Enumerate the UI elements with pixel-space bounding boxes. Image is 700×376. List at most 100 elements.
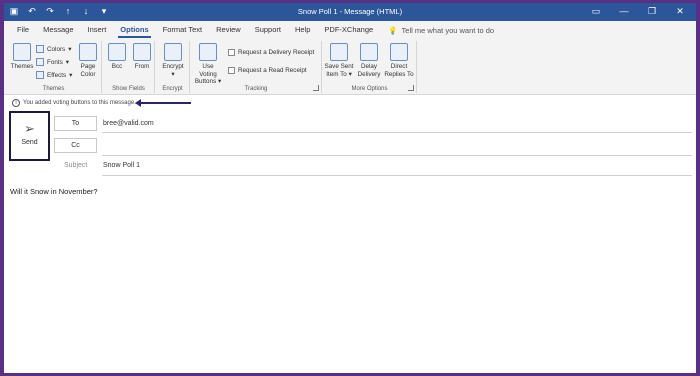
chevron-down-icon: ▾: [68, 45, 72, 53]
tab-file[interactable]: File: [10, 21, 36, 39]
more-options-group: Save Sent Item To ▾ Delay Delivery Direc…: [323, 41, 417, 93]
themes-icon: [13, 43, 31, 61]
tab-insert[interactable]: Insert: [81, 21, 114, 39]
window-controls: ▭ — ❐ ✕: [584, 4, 692, 19]
encrypt-label: Encrypt: [162, 63, 184, 70]
clock-icon: [360, 43, 378, 61]
delivery-receipt-label: Request a Delivery Receipt: [238, 49, 315, 56]
colors-button[interactable]: Colors ▾: [36, 45, 71, 53]
message-body[interactable]: Will it Snow in November?: [10, 187, 98, 196]
buttons-label: Buttons: [194, 78, 217, 85]
bcc-label: Bcc: [111, 63, 123, 70]
delay-delivery-button[interactable]: Delay Delivery: [355, 43, 383, 78]
chevron-down-icon: ▾: [65, 58, 69, 66]
save-sent-item-button[interactable]: Save Sent Item To ▾: [324, 43, 354, 78]
themes-group: Themes Colors ▾ Fonts ▾ Effects ▾ Page C…: [6, 41, 102, 93]
to-field-underline: [102, 132, 692, 133]
info-message: You added voting buttons to this message…: [23, 100, 136, 106]
save-sent-icon: [330, 43, 348, 61]
chevron-down-icon: ▾: [171, 70, 175, 78]
ribbon-tabs: File Message Insert Options Format Text …: [4, 21, 696, 39]
minimize-icon[interactable]: —: [612, 4, 636, 19]
item-to-row: Item To ▾: [324, 71, 354, 79]
themes-button-label: Themes: [10, 63, 34, 70]
more-options-group-label: More Options: [351, 86, 388, 92]
colors-icon: [36, 45, 44, 53]
tab-help[interactable]: Help: [288, 21, 317, 39]
send-icon: ➢: [24, 121, 35, 136]
voting-buttons-icon: [199, 43, 217, 61]
title-bar: ▣ ↶ ↷ ↑ ↓ ▾ Snow Poll 1 - Message (HTML)…: [4, 3, 696, 21]
themes-button[interactable]: Themes: [9, 43, 35, 71]
save-sent-label: Save Sent: [324, 63, 354, 70]
tell-me-text: Tell me what you want to do: [401, 25, 495, 35]
replies-to-label: Replies To: [384, 70, 414, 78]
tab-message[interactable]: Message: [36, 21, 80, 39]
buttons-label-row: Buttons ▾: [193, 78, 223, 86]
ribbon-display-icon[interactable]: ▭: [584, 4, 608, 19]
tracking-group: Use Voting Buttons ▾ Request a Delivery …: [191, 41, 322, 93]
close-icon[interactable]: ✕: [668, 4, 692, 19]
fonts-icon: [36, 58, 44, 66]
from-label: From: [134, 63, 150, 70]
checkbox-icon: [228, 49, 235, 56]
item-to-label: Item To: [326, 70, 347, 78]
delivery-label: Delivery: [357, 70, 381, 78]
use-voting-buttons-button[interactable]: Use Voting Buttons ▾: [193, 43, 223, 86]
outlook-message-window: ▣ ↶ ↷ ↑ ↓ ▾ Snow Poll 1 - Message (HTML)…: [4, 3, 696, 373]
encrypt-group: Encrypt ▾ Encrypt: [156, 41, 190, 93]
ribbon: Themes Colors ▾ Fonts ▾ Effects ▾ Page C…: [4, 39, 696, 95]
bcc-button[interactable]: Bcc: [107, 43, 127, 71]
to-field[interactable]: bree@valid.com: [103, 120, 154, 127]
page-label: Page: [80, 63, 96, 70]
read-receipt-checkbox[interactable]: Request a Read Receipt: [228, 67, 307, 74]
lightbulb-icon: 💡: [388, 25, 398, 35]
tab-options[interactable]: Options: [113, 21, 155, 39]
fonts-label: Fonts: [47, 58, 63, 66]
fonts-button[interactable]: Fonts ▾: [36, 58, 69, 66]
subject-label: Subject: [64, 162, 88, 169]
cc-button[interactable]: Cc: [54, 138, 97, 153]
tab-review[interactable]: Review: [209, 21, 248, 39]
colors-label: Colors: [47, 45, 66, 53]
delivery-receipt-checkbox[interactable]: Request a Delivery Receipt: [228, 49, 314, 56]
to-button[interactable]: To: [54, 116, 97, 131]
person-icon: [390, 43, 408, 61]
page-color-icon: [79, 43, 97, 61]
info-bar: i You added voting buttons to this messa…: [4, 96, 696, 110]
subject-field-underline: [102, 175, 692, 176]
show-fields-group: Bcc From Show Fields: [103, 41, 155, 93]
more-options-launcher-icon[interactable]: [408, 85, 414, 91]
encrypt-group-label: Encrypt: [162, 86, 183, 92]
tracking-group-label: Tracking: [244, 86, 268, 92]
tracking-launcher-icon[interactable]: [313, 85, 319, 91]
tab-pdf-xchange[interactable]: PDF-XChange: [317, 21, 380, 39]
cc-field-underline: [102, 155, 692, 156]
effects-label: Effects: [47, 71, 67, 79]
chevron-down-icon: ▾: [348, 70, 352, 78]
read-receipt-label: Request a Read Receipt: [238, 67, 307, 74]
subject-field[interactable]: Snow Poll 1: [103, 162, 140, 169]
page-color-button[interactable]: Page Color: [76, 43, 100, 78]
color-label: Color: [80, 70, 96, 78]
use-voting-label: Use Voting: [199, 63, 217, 78]
effects-button[interactable]: Effects ▾: [36, 71, 72, 79]
send-button[interactable]: ➢ Send: [9, 111, 50, 161]
show-fields-group-label: Show Fields: [112, 86, 145, 92]
encrypt-button[interactable]: Encrypt ▾: [159, 43, 187, 78]
tab-support[interactable]: Support: [248, 21, 288, 39]
send-label: Send: [21, 139, 38, 146]
restore-icon[interactable]: ❐: [640, 4, 664, 19]
chevron-down-icon: ▾: [217, 78, 222, 85]
info-icon: i: [12, 99, 20, 107]
direct-label: Direct: [390, 63, 408, 70]
tab-format-text[interactable]: Format Text: [156, 21, 209, 39]
tell-me-box[interactable]: 💡 Tell me what you want to do: [388, 26, 494, 35]
direct-replies-button[interactable]: Direct Replies To: [384, 43, 414, 78]
from-button[interactable]: From: [131, 43, 153, 71]
from-icon: [133, 43, 151, 61]
effects-icon: [36, 71, 44, 79]
themes-group-label: Themes: [42, 86, 65, 92]
delay-label: Delay: [360, 63, 378, 70]
annotation-arrow: [135, 99, 191, 107]
